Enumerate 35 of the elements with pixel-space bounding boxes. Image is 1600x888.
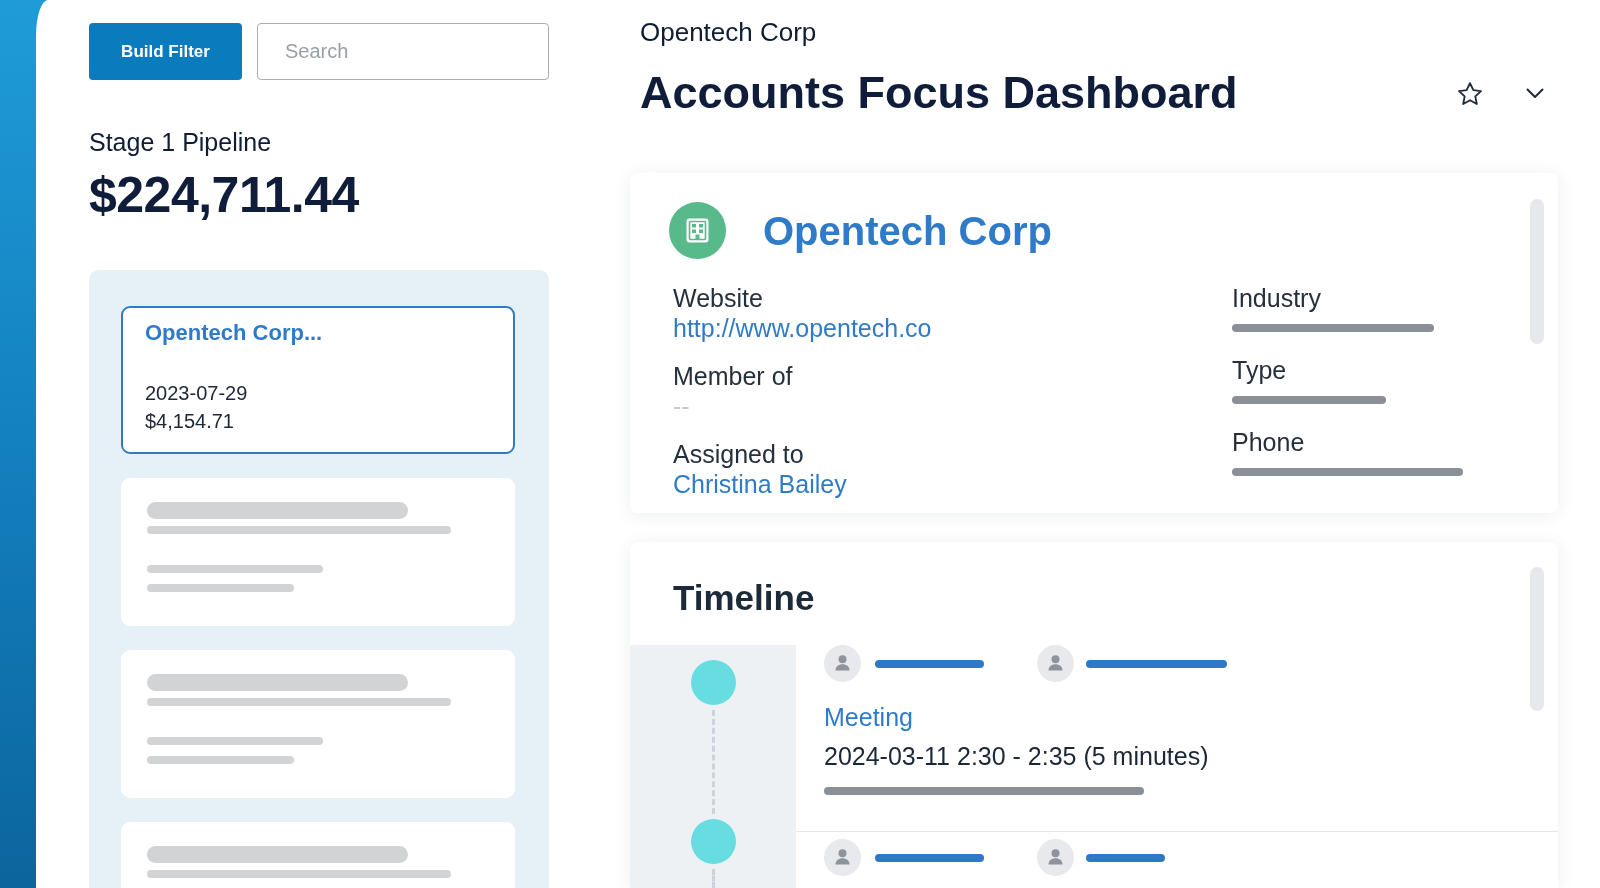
field-link[interactable]: Christina Bailey [673, 469, 847, 500]
deal-amount: $4,154.71 [145, 409, 234, 434]
account-list-card[interactable]: Opentech Corp... 2023-07-29 $4,154.71 [121, 306, 515, 454]
scrollbar[interactable] [1530, 567, 1544, 711]
build-filter-button[interactable]: Build Filter [89, 23, 242, 80]
dashboard-title: Accounts Focus Dashboard [640, 66, 1238, 120]
event-link[interactable]: Meeting [824, 700, 913, 734]
field-label: Phone [1232, 427, 1305, 457]
field-link[interactable]: http://www.opentech.co [673, 313, 932, 344]
account-name: Opentech Corp... [145, 319, 323, 347]
chevron-down-icon[interactable] [1526, 87, 1544, 99]
pipeline-total: $224,711.44 [89, 166, 359, 225]
timeline-dot [690, 660, 736, 705]
field-label: Industry [1232, 283, 1321, 313]
field-label: Member of [673, 361, 793, 391]
pipeline-label: Stage 1 Pipeline [89, 127, 272, 157]
timeline-dot [690, 819, 736, 864]
timeline-connector [711, 869, 715, 888]
field-label: Website [673, 283, 763, 313]
avatar-icon [824, 839, 861, 876]
account-title: Opentech Corp [763, 207, 1052, 255]
avatar-icon [1037, 839, 1074, 876]
field-label: Assigned to [673, 439, 804, 469]
event-time: 2024-03-11 2:30 - 2:35 (5 minutes) [824, 741, 1209, 772]
scrollbar[interactable] [1530, 199, 1544, 344]
building-icon [669, 202, 726, 259]
close-date: 2023-07-29 [145, 381, 248, 406]
star-icon[interactable] [1458, 81, 1482, 105]
timeline-title: Timeline [673, 578, 815, 618]
empty-value: -- [673, 391, 690, 422]
avatar-icon [824, 645, 861, 682]
search-field[interactable]: Search [257, 23, 549, 80]
field-label: Type [1232, 355, 1287, 385]
breadcrumb[interactable]: Opentech Corp [640, 16, 817, 48]
avatar-icon [1037, 645, 1074, 682]
